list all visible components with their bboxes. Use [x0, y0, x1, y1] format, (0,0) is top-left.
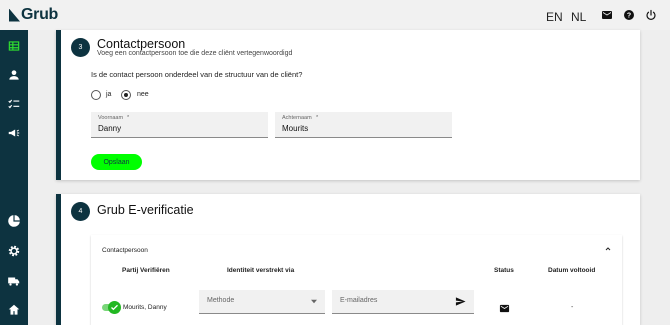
email-placeholder: E-mailadres — [340, 297, 378, 304]
chevron-up-icon[interactable] — [604, 245, 612, 253]
gear-icon[interactable] — [7, 244, 21, 258]
step-number-badge: 4 — [71, 202, 90, 221]
mail-icon[interactable] — [601, 9, 613, 21]
logo-text: Grub — [21, 6, 59, 23]
radio-nee[interactable] — [121, 90, 131, 100]
mail-icon — [499, 304, 510, 313]
column-header-status: Status — [494, 267, 514, 274]
person-icon[interactable] — [7, 68, 21, 82]
save-button[interactable]: Opslaan — [91, 154, 142, 170]
structure-question: Is de contact persoon onderdeel van de s… — [91, 70, 303, 79]
required-mark: * — [316, 115, 319, 121]
home-icon[interactable] — [7, 303, 21, 317]
card-title: Grub E-verificatie — [97, 203, 194, 217]
method-select[interactable]: Methode — [199, 290, 325, 314]
first-name-label: Voornaam — [98, 115, 124, 121]
language-en-button[interactable]: EN — [546, 10, 563, 24]
required-mark: * — [127, 115, 130, 121]
column-header-party: Partij Verifiëren — [122, 267, 170, 274]
checklist-icon[interactable] — [7, 97, 21, 111]
accordion-title: Contactpersoon — [102, 247, 148, 254]
completed-date: - — [571, 304, 574, 311]
radio-ja-label: ja — [106, 91, 112, 98]
last-name-value: Mourits — [282, 124, 309, 133]
truck-icon[interactable] — [7, 274, 21, 288]
check-icon — [111, 304, 118, 311]
verify-toggle[interactable] — [108, 301, 121, 314]
campaign-icon[interactable] — [7, 126, 21, 140]
party-name: Mourits, Danny — [123, 304, 167, 311]
first-name-value: Danny — [98, 124, 122, 133]
column-header-identity: Identiteit verstrekt via — [227, 267, 295, 274]
logo-mark — [9, 8, 20, 22]
language-nl-button[interactable]: NL — [571, 10, 586, 24]
logo[interactable]: Grub — [9, 6, 58, 24]
table-icon[interactable] — [7, 39, 21, 53]
top-bar: Grub EN NL ? — [0, 0, 670, 30]
radio-nee-label: nee — [137, 91, 149, 98]
contact-person-accordion[interactable]: Contactpersoon Partij Verifiëren Identit… — [91, 235, 622, 325]
step-number-badge: 3 — [71, 38, 90, 57]
dropdown-arrow-icon — [311, 299, 317, 304]
column-header-date: Datum voltooid — [548, 267, 596, 274]
pie-chart-icon[interactable] — [7, 214, 21, 228]
first-name-field[interactable]: Voornaam * Danny — [91, 112, 268, 138]
contact-person-card: 3 Contactpersoon Voeg een contactpersoon… — [56, 30, 640, 180]
svg-text:?: ? — [627, 13, 631, 20]
sidebar — [0, 30, 28, 325]
last-name-field[interactable]: Achternaam * Mourits — [275, 112, 452, 138]
radio-ja[interactable] — [91, 90, 101, 100]
email-input[interactable]: E-mailadres — [332, 290, 474, 314]
e-verification-card: 4 Grub E-verificatie Contactpersoon Part… — [56, 194, 640, 325]
help-icon[interactable]: ? — [623, 9, 635, 21]
power-icon[interactable] — [645, 9, 657, 21]
last-name-label: Achternaam — [282, 115, 312, 121]
card-title: Contactpersoon — [97, 37, 186, 51]
send-icon[interactable] — [455, 296, 466, 307]
card-subtitle: Voeg een contactpersoon toe die deze cli… — [97, 50, 293, 57]
method-placeholder: Methode — [207, 297, 235, 304]
